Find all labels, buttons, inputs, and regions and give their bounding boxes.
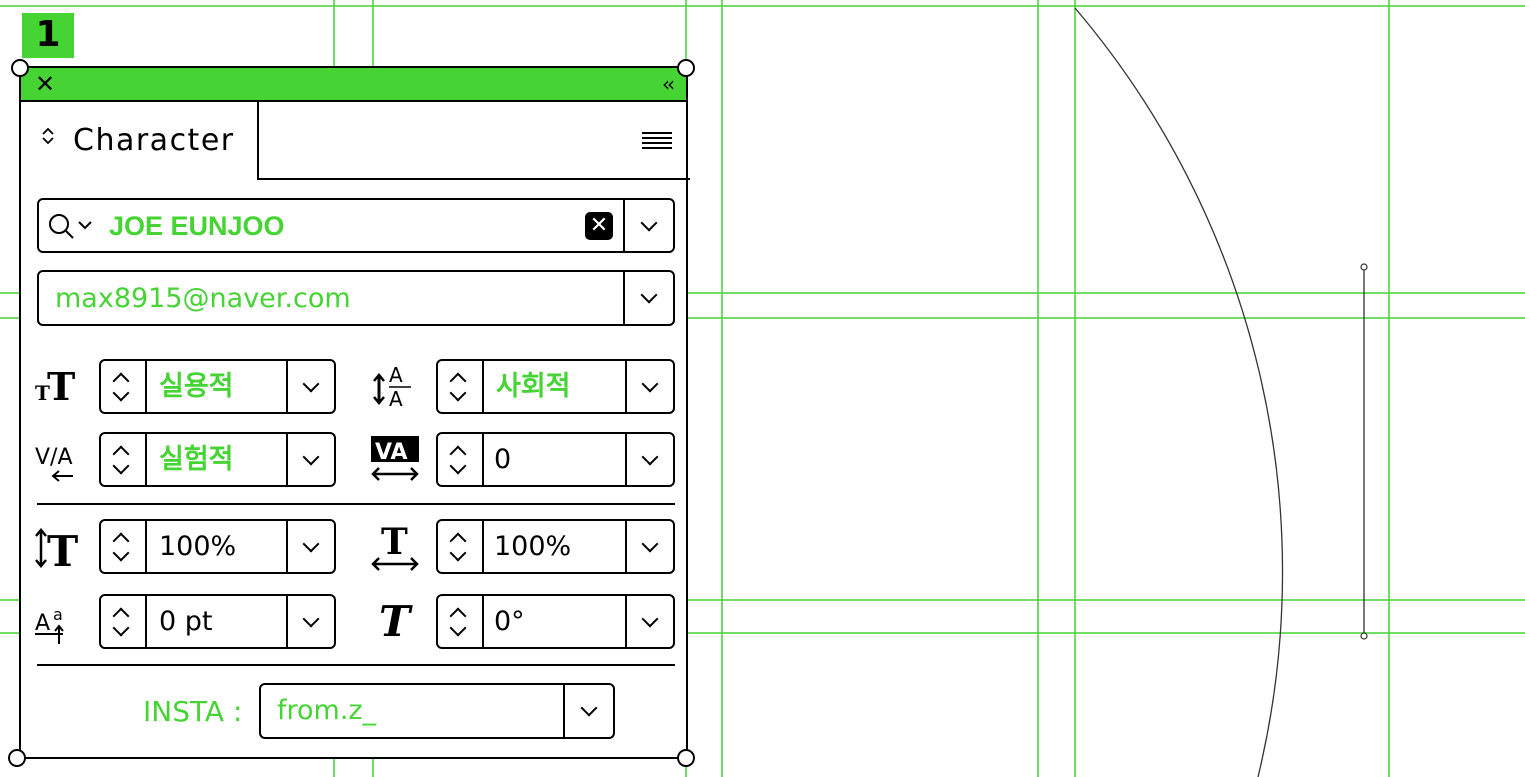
chevron-down-icon [302, 535, 320, 552]
tracking-value[interactable]: 0 [494, 443, 511, 477]
tracking-icon: VA [371, 436, 419, 481]
anchor-point [1360, 632, 1368, 640]
kerning-field[interactable]: 실험적 [99, 432, 336, 487]
vertical-scale-dropdown[interactable] [286, 521, 334, 572]
chevron-down-icon [640, 286, 658, 304]
font-family-value[interactable]: JOE EUNJOO [109, 209, 285, 243]
expand-collapse-icon[interactable] [41, 126, 55, 155]
font-family-field[interactable]: JOE EUNJOO ✕ [37, 198, 675, 253]
rotation-stepper[interactable] [438, 596, 484, 647]
chevron-down-icon [302, 610, 320, 627]
tab-label: Character [73, 123, 235, 158]
font-size-icon: T T [35, 364, 75, 409]
section-divider [37, 664, 675, 666]
chevron-down-icon [580, 699, 598, 717]
horizontal-scale-field[interactable]: 100% [436, 519, 675, 574]
insta-field[interactable]: from.z_ [259, 683, 615, 739]
kerning-icon: V/A [35, 445, 73, 482]
font-size-stepper[interactable] [101, 361, 147, 412]
tracking-field[interactable]: 0 [436, 432, 675, 487]
panel-titlebar[interactable]: ✕ ‹‹ [21, 68, 686, 102]
horizontal-scale-stepper[interactable] [438, 521, 484, 572]
baseline-shift-stepper[interactable] [101, 596, 147, 647]
kerning-value[interactable]: 실험적 [159, 443, 234, 477]
resize-handle-top-left[interactable] [11, 59, 29, 77]
insta-label: INSTA : [143, 695, 243, 728]
resize-handle-top-right[interactable] [677, 59, 695, 77]
svg-text:VA: VA [375, 440, 408, 465]
leading-field[interactable]: 사회적 [436, 359, 675, 414]
insta-value[interactable]: from.z_ [277, 694, 376, 728]
tab-character[interactable]: Character [21, 102, 259, 180]
baseline-shift-value[interactable]: 0 pt [159, 605, 213, 639]
chevron-down-icon [641, 535, 659, 552]
horizontal-scale-icon: T [371, 521, 419, 571]
horizontal-scale-dropdown[interactable] [625, 521, 673, 572]
close-icon[interactable]: ✕ [35, 70, 55, 98]
font-style-dropdown[interactable] [623, 272, 673, 324]
svg-text:T: T [379, 597, 413, 646]
leading-icon: A A [373, 363, 411, 411]
arc-path [1074, 7, 1284, 777]
kerning-stepper[interactable] [101, 434, 147, 485]
svg-text:A: A [35, 611, 50, 636]
font-style-field[interactable]: max8915@naver.com [37, 270, 675, 326]
rotation-field[interactable]: 0° [436, 594, 675, 649]
kerning-dropdown[interactable] [286, 434, 334, 485]
resize-handle-bottom-right[interactable] [677, 749, 695, 767]
vertical-scale-value[interactable]: 100% [159, 530, 236, 564]
svg-text:A: A [389, 363, 403, 387]
chevron-down-icon [641, 375, 659, 392]
rotation-icon: T [379, 597, 413, 646]
baseline-shift-icon: A a [35, 605, 64, 644]
chevron-down-icon [302, 448, 320, 465]
svg-text:V/A: V/A [35, 445, 73, 470]
font-size-dropdown[interactable] [286, 361, 334, 412]
svg-text:T: T [381, 521, 408, 563]
rotation-dropdown[interactable] [625, 596, 673, 647]
font-family-dropdown[interactable] [623, 200, 673, 251]
insta-dropdown[interactable] [563, 685, 613, 737]
leading-stepper[interactable] [438, 361, 484, 412]
resize-handle-bottom-left[interactable] [8, 749, 26, 767]
svg-text:T: T [47, 527, 78, 574]
character-panel: ✕ ‹‹ Character JOE EUNJOO ✕ max8915@nave… [19, 66, 690, 759]
baseline-shift-field[interactable]: 0 pt [99, 594, 336, 649]
chevron-down-icon [641, 610, 659, 627]
chevron-down-icon [302, 375, 320, 392]
tracking-dropdown[interactable] [625, 434, 673, 485]
horizontal-scale-value[interactable]: 100% [494, 530, 571, 564]
leading-dropdown[interactable] [625, 361, 673, 412]
step-number: 1 [35, 14, 61, 55]
font-style-value[interactable]: max8915@naver.com [55, 282, 351, 316]
anchor-point [1360, 263, 1368, 271]
tracking-stepper[interactable] [438, 434, 484, 485]
vertical-scale-stepper[interactable] [101, 521, 147, 572]
svg-text:T: T [47, 364, 75, 409]
svg-text:a: a [53, 605, 63, 624]
step-badge: 1 [22, 13, 74, 58]
hamburger-menu-icon[interactable] [642, 132, 672, 152]
double-chevron-left-icon[interactable]: ‹‹ [662, 70, 675, 98]
tab-divider [257, 178, 690, 180]
svg-text:A: A [389, 387, 403, 411]
leading-value[interactable]: 사회적 [496, 370, 571, 404]
vertical-scale-field[interactable]: 100% [99, 519, 336, 574]
section-divider [37, 503, 675, 505]
chevron-down-icon [641, 448, 659, 465]
baseline-shift-dropdown[interactable] [286, 596, 334, 647]
vertical-scale-icon: T [35, 527, 78, 574]
clear-icon[interactable]: ✕ [585, 212, 613, 240]
font-size-field[interactable]: 실용적 [99, 359, 336, 414]
rotation-value[interactable]: 0° [494, 605, 525, 639]
font-size-value[interactable]: 실용적 [159, 370, 234, 404]
chevron-down-icon [640, 214, 658, 231]
search-icon[interactable] [47, 212, 107, 240]
